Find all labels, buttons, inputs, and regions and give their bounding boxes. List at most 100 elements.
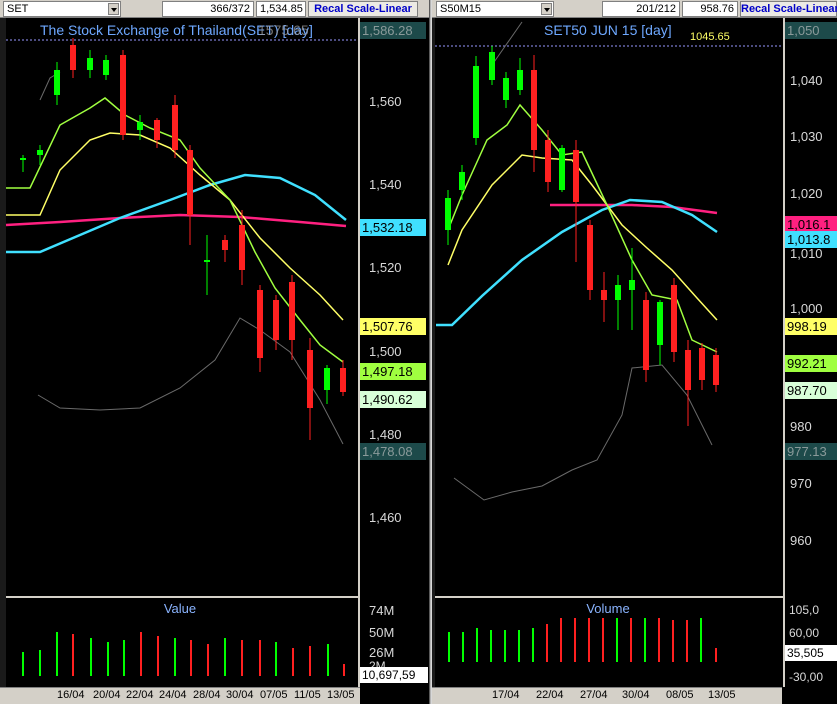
y-axis-label: 1,040 — [790, 73, 823, 88]
date-label: 24/04 — [159, 689, 187, 701]
candle-body — [671, 285, 677, 352]
volume-bar — [504, 630, 506, 662]
volume-bar — [309, 646, 311, 676]
volume-bar — [207, 644, 209, 676]
volume-bar — [700, 618, 702, 662]
candle-body — [615, 285, 621, 300]
candle-body — [222, 240, 228, 250]
ma-magenta-line — [550, 203, 718, 215]
cyan-ma-tag-right: 1,013.8 — [785, 231, 837, 248]
chart-pane-set50[interactable]: S50M15 201/212 958.76 Recal Scale-Linear… — [432, 0, 837, 704]
left-margin — [432, 18, 435, 687]
candle-body — [685, 350, 691, 390]
candle-body — [103, 60, 109, 75]
y-axis-label: 980 — [790, 419, 812, 434]
candle-body — [459, 172, 465, 190]
top-price-tag-right: 1,050 — [785, 22, 837, 39]
volume-bar — [72, 634, 74, 676]
date-label: 07/05 — [260, 689, 288, 701]
bottom-price-tag-right: 977.13 — [785, 443, 837, 460]
date-label: 16/04 — [57, 689, 85, 701]
candle-body — [324, 368, 330, 390]
candle-body — [20, 158, 26, 160]
ma-gray-line — [491, 21, 523, 66]
y-axis-label: 1,540 — [369, 177, 402, 192]
volume-bar — [588, 612, 590, 662]
date-label: 08/05 — [666, 689, 694, 701]
volume-bar — [140, 632, 142, 676]
candle-body — [517, 70, 523, 90]
top-price-tag-left: 1,586.28 — [360, 22, 426, 39]
candle-body — [172, 105, 178, 150]
volume-bar — [190, 640, 192, 676]
candle-body — [340, 368, 346, 392]
chart-pane-set[interactable]: SET 366/372 1,534.85 Recal Scale-Linear … — [0, 0, 430, 704]
candle-body — [54, 70, 60, 95]
date-label: 22/04 — [536, 689, 564, 701]
candle-body — [489, 52, 495, 80]
ma-magenta-line — [5, 213, 347, 228]
y-axis-label: 1,560 — [369, 94, 402, 109]
y-axis-label: 960 — [790, 533, 812, 548]
lightgreen-tag-right: 987.70 — [785, 382, 837, 399]
yellow-ma-tag-left: 1,507.76 — [360, 318, 426, 335]
volume-bar — [518, 630, 520, 662]
candle-body — [120, 55, 126, 135]
y-axis-label: 1,030 — [790, 129, 823, 144]
yellow-ma-tag-right: 998.19 — [785, 318, 837, 335]
candle-body — [445, 198, 451, 230]
volume-bar — [574, 614, 576, 662]
date-label: 11/05 — [294, 689, 321, 701]
y-axis-label: 1,010 — [790, 246, 823, 261]
value-hint-right: 1045.65 — [690, 31, 730, 43]
date-label: 22/04 — [126, 689, 154, 701]
volume-bar — [107, 642, 109, 676]
volume-bar — [292, 648, 294, 676]
volume-bar — [327, 644, 329, 676]
candle-body — [545, 140, 551, 182]
candle-body — [154, 120, 160, 140]
candle-body — [699, 348, 705, 380]
candle-body — [573, 150, 579, 202]
subchart-separator — [6, 596, 358, 598]
y-axis-label: 1,480 — [369, 427, 402, 442]
candle-body — [87, 58, 93, 70]
price-chart-left[interactable] — [0, 0, 430, 704]
y-axis-label: 1,500 — [369, 344, 402, 359]
volume-bar — [462, 632, 464, 662]
sub-value-tag-right: 35,505 — [785, 645, 837, 661]
candle-body — [307, 350, 313, 408]
cyan-ma-tag-left: 1,532.18 — [360, 219, 426, 236]
candle-body — [559, 148, 565, 190]
candle-body — [257, 290, 263, 358]
sub-title-right: Volume — [438, 600, 778, 618]
volume-bar — [22, 652, 24, 676]
sub-axis-label: 60,00 — [789, 626, 820, 640]
lightgreen-tag-left: 1,490.62 — [360, 391, 426, 408]
ma-gray-line — [453, 364, 713, 501]
y-axis-label: 970 — [790, 476, 812, 491]
date-label: 28/04 — [193, 689, 221, 701]
y-axis-label: 1,520 — [369, 260, 402, 275]
volume-bar — [490, 630, 492, 662]
y-axis-label: 1,020 — [790, 186, 823, 201]
date-label: 27/04 — [580, 689, 608, 701]
volume-bar — [532, 628, 534, 662]
volume-bar — [476, 628, 478, 662]
sub-axis-label: -30,00 — [789, 670, 824, 684]
candle-body — [629, 280, 635, 290]
volume-bar — [343, 664, 345, 676]
volume-bar — [174, 638, 176, 676]
candle-body — [239, 225, 245, 270]
candle-body — [473, 66, 479, 138]
price-chart-right[interactable] — [432, 0, 837, 704]
volume-bar — [39, 650, 41, 676]
volume-bar — [56, 632, 58, 676]
candle-body — [601, 290, 607, 300]
volume-bar — [602, 612, 604, 662]
green-ma-tag-left: 1,497.18 — [360, 363, 426, 380]
y-axis-label: 1,000 — [790, 301, 823, 316]
volume-bar — [546, 624, 548, 662]
candle-body — [204, 260, 210, 262]
sub-title-left: Value — [6, 600, 354, 618]
